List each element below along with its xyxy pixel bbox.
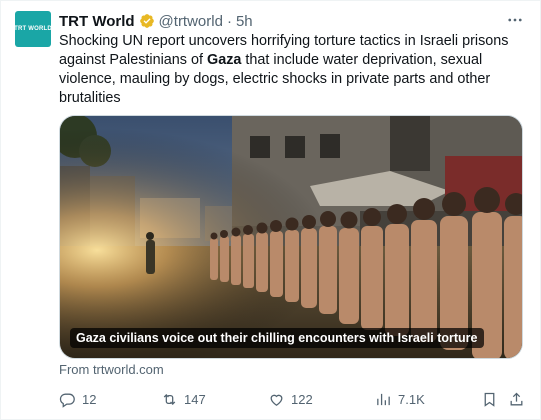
tweet-header: TRT World @trtworld · 5h <box>59 11 253 31</box>
avatar[interactable]: TRT WORLD <box>14 11 52 47</box>
like-button[interactable]: 122 <box>268 389 313 409</box>
separator-dot: · <box>226 12 232 30</box>
more-icon[interactable] <box>506 11 524 29</box>
views-count: 7.1K <box>398 391 425 407</box>
author-handle[interactable]: @trtworld <box>159 13 223 30</box>
reply-icon <box>59 393 75 408</box>
tweet-text: Shocking UN report uncovers horrifying t… <box>59 32 521 108</box>
verified-badge-icon <box>139 13 155 29</box>
tweet-card[interactable]: TRT WORLD TRT World @trtworld · 5h Shock… <box>0 0 541 420</box>
share-button[interactable] <box>508 389 525 409</box>
timestamp[interactable]: 5h <box>236 13 253 30</box>
repost-icon <box>163 393 176 405</box>
avatar-logo-text: TRT WORLD <box>14 26 52 32</box>
tweet-text-bold: Gaza <box>207 52 242 68</box>
author-name[interactable]: TRT World <box>59 13 135 30</box>
share-icon <box>510 392 523 405</box>
link-source[interactable]: From trtworld.com <box>59 362 164 377</box>
bookmark-icon <box>484 392 495 407</box>
action-bar: 12 147 122 7.1K <box>59 389 524 409</box>
media-image <box>60 116 522 358</box>
views-button[interactable]: 7.1K <box>375 389 425 409</box>
reply-count: 12 <box>82 391 97 407</box>
like-count: 122 <box>291 391 313 407</box>
bookmark-button[interactable] <box>481 389 498 409</box>
repost-count: 147 <box>184 391 206 407</box>
repost-button[interactable]: 147 <box>161 389 206 409</box>
reply-button[interactable]: 12 <box>59 389 96 409</box>
media-caption: Gaza civilians voice out their chilling … <box>70 328 484 348</box>
like-icon <box>270 394 283 406</box>
views-icon <box>377 393 390 405</box>
tweet-media-card[interactable]: Gaza civilians voice out their chilling … <box>59 115 523 359</box>
